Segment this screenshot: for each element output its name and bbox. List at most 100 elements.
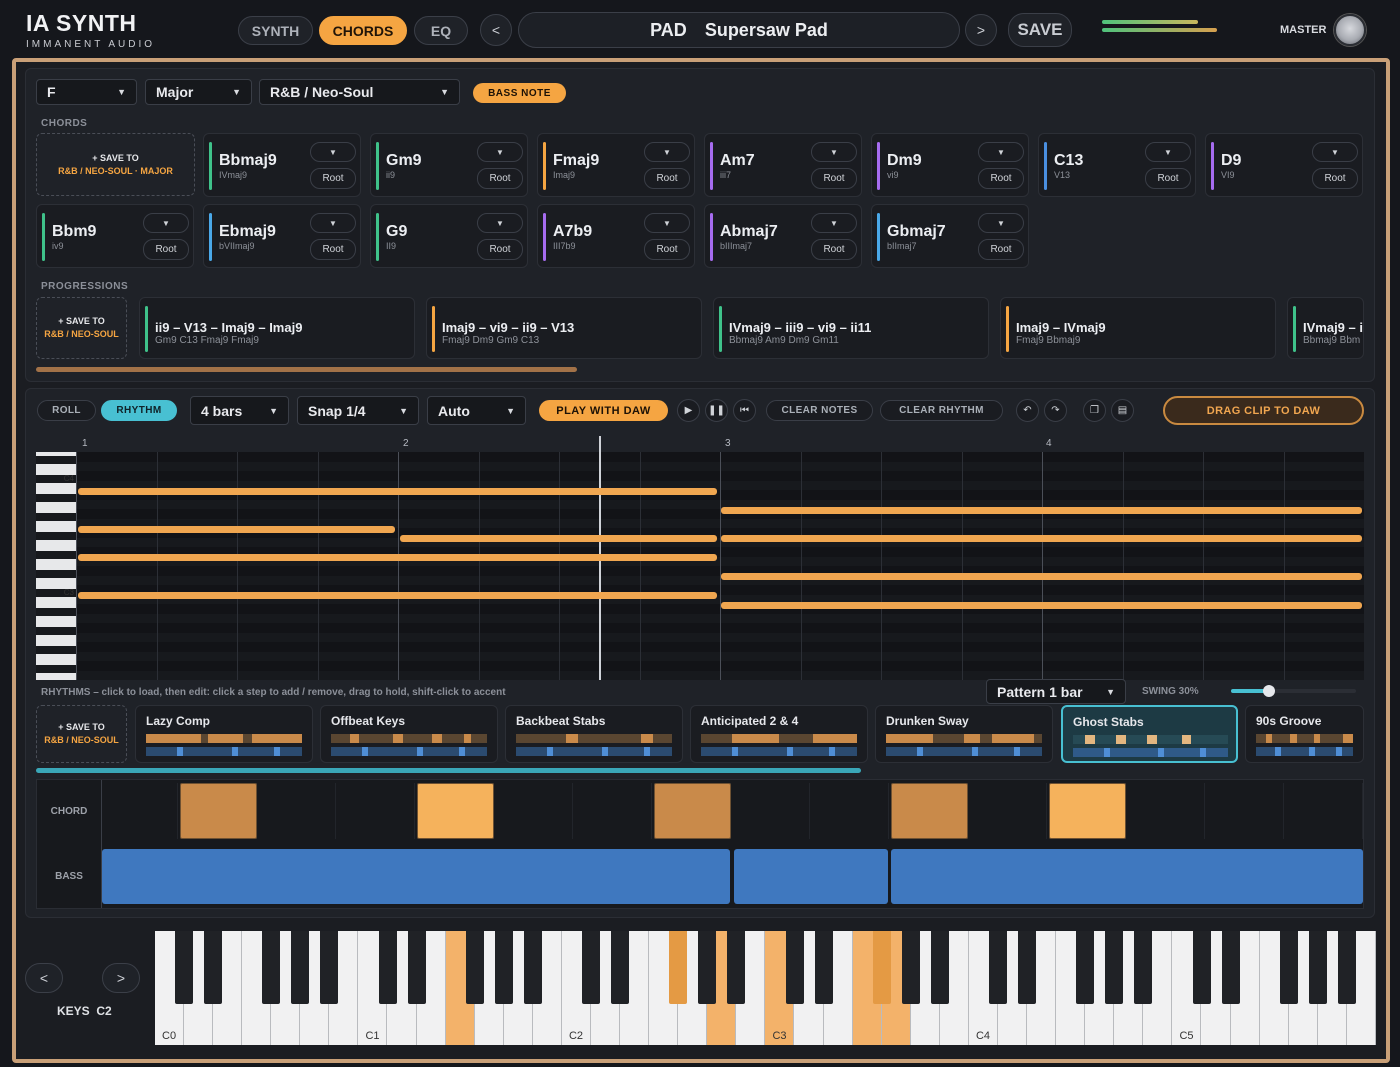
black-key[interactable] (204, 931, 223, 1004)
voicing-dropdown[interactable]: ▼ (1145, 142, 1191, 162)
chord-card[interactable]: C13 V13 ▼ Root (1038, 133, 1196, 197)
piano-roll[interactable]: C4 C3 1 2 3 4 (36, 436, 1364, 681)
voicing-dropdown[interactable]: ▼ (477, 213, 523, 233)
progression-card[interactable]: ii9 – V13 – Imaj9 – Imaj9 Gm9 C13 Fmaj9 F… (139, 297, 415, 359)
black-key[interactable] (1105, 931, 1124, 1004)
chord-step[interactable] (1049, 783, 1126, 839)
genre-select[interactable]: R&B / Neo-Soul ▼ (259, 79, 460, 105)
step-cell[interactable] (575, 783, 652, 839)
step-cell[interactable] (1128, 783, 1205, 839)
root-button[interactable]: Root (1145, 168, 1191, 189)
swing-slider[interactable] (1231, 685, 1356, 697)
midi-note[interactable] (721, 573, 1362, 580)
midi-note[interactable] (78, 592, 717, 599)
voicing-dropdown[interactable]: ▼ (477, 142, 523, 162)
piano-keyboard[interactable]: C0 C1 C2 C3 C4 C5 (155, 931, 1376, 1045)
black-key[interactable] (465, 931, 484, 1004)
black-key[interactable] (1308, 931, 1327, 1004)
black-key[interactable] (1134, 931, 1153, 1004)
root-button[interactable]: Root (477, 239, 523, 260)
black-key[interactable] (175, 931, 194, 1004)
black-key[interactable] (989, 931, 1008, 1004)
black-key[interactable] (1192, 931, 1211, 1004)
chord-card[interactable]: D9 VI9 ▼ Root (1205, 133, 1363, 197)
voicing-dropdown[interactable]: ▼ (811, 213, 857, 233)
chord-card[interactable]: Fmaj9 Imaj9 ▼ Root (537, 133, 695, 197)
bass-step[interactable] (734, 849, 888, 904)
rhythm-view-button[interactable]: RHYTHM (101, 400, 177, 421)
progression-card[interactable]: IVmaj9 – iii9 – vi9 – ii11 Bbmaj9 Am9 Dm9… (713, 297, 989, 359)
root-button[interactable]: Root (644, 168, 690, 189)
pattern-length-select[interactable]: Pattern 1 bar ▼ (986, 679, 1126, 704)
black-key[interactable] (582, 931, 601, 1004)
root-button[interactable]: Root (143, 239, 189, 260)
progression-card[interactable]: Imaj9 – vi9 – ii9 – V13 Fmaj9 Dm9 Gm9 C13 (426, 297, 702, 359)
chord-card[interactable]: Bbmaj9 IVmaj9 ▼ Root (203, 133, 361, 197)
key-select[interactable]: F ▼ (36, 79, 137, 105)
step-cell[interactable] (259, 783, 336, 839)
progression-card[interactable]: Imaj9 – IVmaj9 Fmaj9 Bbmaj9 (1000, 297, 1276, 359)
octave-down-button[interactable]: < (25, 963, 63, 993)
skip-back-icon[interactable]: ⏮ (733, 399, 756, 422)
black-key[interactable] (1018, 931, 1037, 1004)
mode-select[interactable]: Auto ▼ (427, 396, 526, 425)
voicing-dropdown[interactable]: ▼ (310, 142, 356, 162)
black-key[interactable] (785, 931, 804, 1004)
midi-note[interactable] (78, 488, 717, 495)
black-key[interactable] (611, 931, 630, 1004)
play-icon[interactable]: ▶ (677, 399, 700, 422)
midi-note[interactable] (78, 554, 717, 561)
black-key[interactable] (1279, 931, 1298, 1004)
rhythm-pattern-card[interactable]: Anticipated 2 & 4 (690, 705, 868, 763)
clear-notes-button[interactable]: CLEAR NOTES (766, 400, 873, 421)
root-button[interactable]: Root (811, 239, 857, 260)
rhythm-pattern-card[interactable]: Backbeat Stabs (505, 705, 683, 763)
save-chords-button[interactable]: + SAVE TO R&B / NEO-SOUL · MAJOR (36, 133, 195, 196)
midi-note[interactable] (400, 535, 717, 542)
black-key[interactable] (901, 931, 920, 1004)
voicing-dropdown[interactable]: ▼ (978, 142, 1024, 162)
chord-step[interactable] (891, 783, 968, 839)
black-key[interactable] (1221, 931, 1240, 1004)
step-cell[interactable] (812, 783, 889, 839)
chord-card[interactable]: Bbm9 iv9 ▼ Root (36, 204, 194, 268)
bass-step[interactable] (891, 849, 1363, 904)
midi-note[interactable] (721, 602, 1362, 609)
midi-note[interactable] (721, 507, 1362, 514)
black-key[interactable] (523, 931, 542, 1004)
step-cell[interactable] (733, 783, 810, 839)
root-button[interactable]: Root (310, 168, 356, 189)
step-cell[interactable] (496, 783, 573, 839)
bass-note-button[interactable]: BASS NOTE (473, 83, 566, 103)
chord-card[interactable]: A7b9 III7b9 ▼ Root (537, 204, 695, 268)
rhythm-pattern-card[interactable]: Drunken Sway (875, 705, 1053, 763)
chord-step[interactable] (417, 783, 494, 839)
copy-icon[interactable]: ❐ (1083, 399, 1106, 422)
chord-card[interactable]: G9 II9 ▼ Root (370, 204, 528, 268)
tab-eq[interactable]: EQ (414, 16, 468, 45)
step-cell[interactable] (1286, 783, 1363, 839)
root-button[interactable]: Root (310, 239, 356, 260)
prev-preset-button[interactable]: < (480, 14, 512, 46)
pause-icon[interactable]: ❚❚ (705, 399, 728, 422)
save-rhythm-button[interactable]: + SAVE TO R&B / NEO-SOUL (36, 705, 127, 763)
root-button[interactable]: Root (477, 168, 523, 189)
midi-note[interactable] (78, 526, 395, 533)
black-key[interactable] (814, 931, 833, 1004)
chord-card[interactable]: Dm9 vi9 ▼ Root (871, 133, 1029, 197)
progression-card[interactable]: IVmaj9 – i Bbmaj9 Bbm (1287, 297, 1364, 359)
bars-select[interactable]: 4 bars ▼ (190, 396, 289, 425)
play-with-daw-button[interactable]: PLAY WITH DAW (539, 400, 668, 421)
tab-chords[interactable]: CHORDS (319, 16, 407, 45)
black-key[interactable] (378, 931, 397, 1004)
black-key[interactable] (291, 931, 310, 1004)
black-key[interactable] (669, 931, 688, 1004)
octave-up-button[interactable]: > (102, 963, 140, 993)
root-button[interactable]: Root (811, 168, 857, 189)
drag-clip-to-daw-button[interactable]: DRAG CLIP TO DAW (1163, 396, 1364, 425)
chord-step[interactable] (180, 783, 257, 839)
chord-card[interactable]: Abmaj7 bIIImaj7 ▼ Root (704, 204, 862, 268)
snap-select[interactable]: Snap 1/4 ▼ (297, 396, 419, 425)
chord-card[interactable]: Am7 iii7 ▼ Root (704, 133, 862, 197)
tab-synth[interactable]: SYNTH (238, 16, 313, 45)
